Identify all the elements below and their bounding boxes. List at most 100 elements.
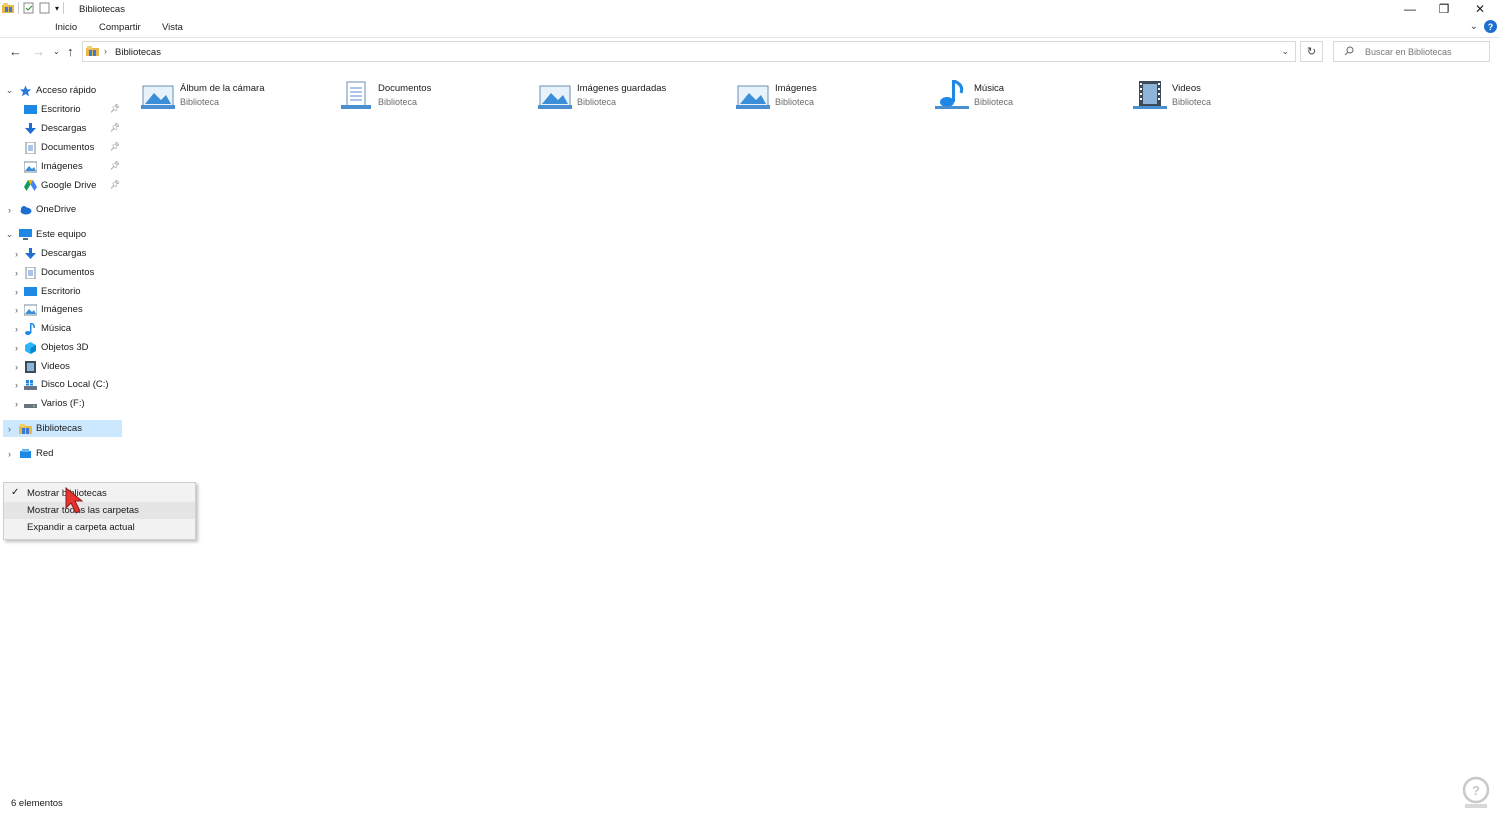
nav-pc-descargas[interactable]: › Descargas: [12, 245, 86, 262]
expand-ribbon-icon[interactable]: ⌄: [1470, 21, 1478, 32]
nav-label: Escritorio: [41, 286, 81, 297]
nav-red[interactable]: › Red: [5, 445, 53, 462]
nav-onedrive[interactable]: › OneDrive: [5, 201, 76, 218]
menu-item-mostrar-todas-carpetas[interactable]: Mostrar todas las carpetas: [4, 502, 195, 519]
tab-compartir[interactable]: Compartir: [99, 22, 141, 33]
desktop-icon: [24, 104, 37, 114]
nav-label: Objetos 3D: [41, 342, 89, 353]
watermark-logo-icon: ?: [1462, 776, 1490, 808]
computer-icon: [19, 228, 32, 240]
nav-pc-varios-f[interactable]: › Varios (F:): [12, 395, 85, 412]
address-bar[interactable]: › Bibliotecas ⌄: [82, 41, 1296, 62]
nav-pc-musica[interactable]: › Música: [12, 320, 71, 337]
refresh-icon[interactable]: ↻: [1300, 41, 1323, 62]
pointer-arrow-icon: [65, 486, 84, 514]
address-dropdown-icon[interactable]: ⌄: [1281, 46, 1289, 57]
desktop-icon: [24, 286, 37, 296]
nav-label: Descargas: [41, 248, 87, 259]
chevron-right-icon[interactable]: ›: [12, 362, 21, 372]
chevron-right-icon[interactable]: ›: [5, 424, 14, 434]
minimize-button[interactable]: —: [1393, 0, 1427, 18]
menu-item-mostrar-bibliotecas[interactable]: ✓ Mostrar bibliotecas: [4, 485, 195, 502]
breadcrumb-separator-icon[interactable]: ›: [104, 46, 107, 56]
chevron-right-icon[interactable]: ›: [12, 249, 21, 259]
back-arrow-icon[interactable]: ←: [9, 44, 22, 59]
nav-qa-documentos[interactable]: Documentos: [24, 139, 94, 156]
nav-label: Red: [36, 448, 54, 459]
nav-label: Documentos: [41, 267, 95, 278]
chevron-right-icon[interactable]: ›: [12, 343, 21, 353]
pictures-icon: [24, 304, 37, 315]
pin-icon[interactable]: 📌︎: [110, 180, 120, 189]
videos-library-icon: [1133, 81, 1167, 109]
library-item-documents[interactable]: Documentos Biblioteca: [338, 80, 431, 112]
context-menu: ✓ Mostrar bibliotecas Mostrar todas las …: [3, 482, 196, 540]
library-item-videos[interactable]: Videos Biblioteca: [1132, 80, 1211, 112]
close-button[interactable]: ✕: [1463, 0, 1497, 18]
download-arrow-icon: [25, 122, 36, 134]
breadcrumb[interactable]: Bibliotecas: [115, 47, 161, 58]
nav-pc-escritorio[interactable]: › Escritorio: [12, 283, 81, 300]
nav-this-pc[interactable]: ⌄ Este equipo: [5, 226, 86, 243]
pin-icon[interactable]: 📌︎: [110, 123, 120, 132]
search-icon: [1344, 46, 1354, 56]
nav-label: Google Drive: [41, 180, 97, 191]
nav-qa-google-drive[interactable]: Google Drive: [24, 177, 96, 194]
library-name: Imágenes: [775, 83, 817, 94]
nav-qa-imagenes[interactable]: Imágenes: [24, 158, 83, 175]
library-item-camera-roll[interactable]: Álbum de la cámara Biblioteca: [140, 80, 264, 112]
menu-item-expandir-carpeta-actual[interactable]: Expandir a carpeta actual: [4, 519, 195, 536]
chevron-down-icon[interactable]: ⌄: [5, 229, 14, 240]
camera-roll-library-icon: [141, 85, 175, 109]
chevron-right-icon[interactable]: ›: [5, 205, 14, 215]
nav-pc-imagenes[interactable]: › Imágenes: [12, 301, 83, 318]
quick-access-toolbar: ▾: [2, 2, 65, 14]
nav-quick-access[interactable]: ⌄ Acceso rápido: [5, 82, 96, 99]
library-type: Biblioteca: [1172, 97, 1212, 107]
chevron-right-icon[interactable]: ›: [12, 380, 21, 390]
nav-qa-escritorio[interactable]: Escritorio: [24, 101, 81, 118]
chevron-right-icon[interactable]: ›: [5, 449, 14, 459]
cube-3d-icon: [25, 341, 36, 354]
nav-pc-videos[interactable]: › Videos: [12, 358, 70, 375]
pin-icon[interactable]: 📌︎: [110, 104, 120, 113]
saved-pictures-library-icon: [538, 85, 572, 109]
tab-inicio[interactable]: Inicio: [55, 22, 77, 33]
chevron-right-icon[interactable]: ›: [12, 268, 21, 278]
nav-label: Disco Local (C:): [41, 379, 109, 390]
library-item-saved-pictures[interactable]: Imágenes guardadas Biblioteca: [537, 80, 666, 112]
customize-toolbar-icon[interactable]: ▾: [55, 4, 59, 13]
nav-pc-documentos[interactable]: › Documentos: [12, 264, 94, 281]
pin-icon[interactable]: 📌︎: [110, 142, 120, 151]
nav-pc-disco-local-c[interactable]: › Disco Local (C:): [12, 376, 109, 393]
nav-label: Documentos: [41, 142, 95, 153]
properties-icon[interactable]: [23, 2, 35, 14]
chevron-right-icon[interactable]: ›: [12, 287, 21, 297]
network-icon: [20, 448, 31, 458]
chevron-right-icon[interactable]: ›: [12, 399, 21, 409]
forward-arrow-icon[interactable]: →: [32, 44, 45, 59]
search-input[interactable]: Buscar en Bibliotecas: [1333, 41, 1490, 62]
pin-icon[interactable]: 📌︎: [110, 161, 120, 170]
nav-label: Imágenes: [41, 161, 83, 172]
recent-locations-chevron-icon[interactable]: ⌄: [53, 47, 60, 56]
library-item-pictures[interactable]: Imágenes Biblioteca: [735, 80, 817, 112]
help-button[interactable]: ?: [1484, 20, 1497, 33]
tab-vista[interactable]: Vista: [162, 22, 183, 33]
library-folder-icon[interactable]: [2, 2, 14, 14]
up-arrow-icon[interactable]: ↑: [67, 44, 74, 59]
new-folder-icon[interactable]: [39, 2, 51, 14]
status-item-count: 6 elementos: [11, 798, 63, 809]
chevron-down-icon[interactable]: ⌄: [5, 85, 14, 96]
nav-bibliotecas[interactable]: › Bibliotecas: [3, 420, 122, 437]
library-folder-icon: [86, 46, 99, 56]
ribbon-tabs: Inicio Compartir Vista ⌄ ?: [0, 18, 1500, 38]
library-type: Biblioteca: [577, 97, 617, 107]
maximize-button[interactable]: ❐: [1427, 0, 1461, 18]
library-item-music[interactable]: Música Biblioteca: [934, 80, 1013, 112]
nav-qa-descargas[interactable]: Descargas: [24, 120, 86, 137]
chevron-right-icon[interactable]: ›: [12, 324, 21, 334]
chevron-right-icon[interactable]: ›: [12, 305, 21, 315]
pictures-icon: [24, 161, 37, 172]
nav-pc-objetos-3d[interactable]: › Objetos 3D: [12, 339, 89, 356]
